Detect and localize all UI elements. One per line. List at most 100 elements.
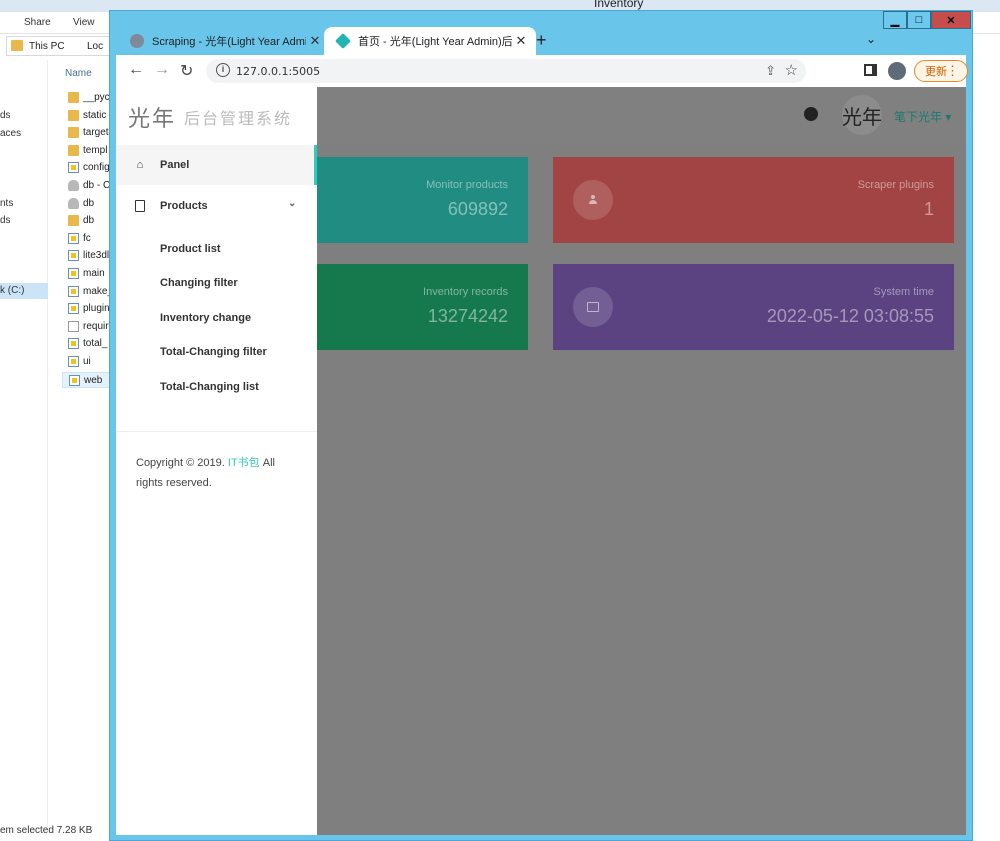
file-row[interactable]: static [62,108,112,124]
folder-icon [68,215,79,227]
folder-icon [68,144,79,156]
file-row[interactable]: __pyca [62,90,115,106]
file-row[interactable]: make_ [62,284,113,300]
tab-title: 首页 - 光年(Light Year Admin)后台 [358,36,512,48]
database-icon [68,180,79,191]
file-row[interactable]: db [62,196,112,212]
reload-icon[interactable]: ↻ [180,61,193,81]
explorer-address-bar[interactable]: This PC Loc [6,36,110,56]
side-panel-icon[interactable] [864,64,877,76]
address-this-pc[interactable]: This PC [29,41,65,52]
file-row[interactable]: fc [62,231,112,247]
address-bar[interactable]: i 127.0.0.1:5005 ⇪ ☆ [206,59,806,83]
copyright-prefix: Copyright © 2019. [136,457,228,469]
sidebar-subitem-inventory-change[interactable]: Inventory change [160,312,251,324]
file-name: target [83,127,109,139]
python-file-icon [68,285,79,297]
file-name: db [83,215,95,227]
explorer-status-bar: em selected 7.28 KB [0,825,93,836]
profile-avatar-icon[interactable] [888,62,906,80]
file-name: total_ [83,338,108,350]
file-name: db [83,197,95,209]
logo[interactable]: 光年 后台管理系统 [128,97,292,137]
tab-search-chevron-icon[interactable]: ⌄ [866,32,876,46]
file-row[interactable]: lite3dl [62,248,112,264]
forward-arrow-icon[interactable]: → [154,61,170,79]
database-icon [68,197,79,209]
sidebar-subitem-changing-filter[interactable]: Changing filter [160,277,238,289]
nav-pane-item[interactable]: nts [0,198,13,209]
sidebar-item-label: Products [160,200,208,212]
sidebar-item-panel[interactable]: ⌂ Panel [116,145,317,185]
user-avatar[interactable]: 光年 [842,95,882,135]
file-row[interactable]: web [62,371,112,388]
nav-pane-item[interactable]: ds [0,215,11,226]
stat-value: 2022-05-12 03:08:55 [766,306,934,326]
url-text[interactable]: 127.0.0.1:5005 [236,65,320,78]
sidebar-item-products[interactable]: Products ⌄ [116,186,317,226]
stat-card-inventory-records: Inventory records 13274242 [317,264,528,350]
update-button[interactable]: 更新 ⋮ [914,60,968,82]
file-row[interactable]: config [62,160,112,176]
nav-pane-drive-c[interactable]: k (C:) [0,283,48,299]
copyright: Copyright © 2019. IT书包 All rights reserv… [136,453,301,493]
back-arrow-icon[interactable]: ← [128,61,144,79]
sidebar-subitem-product-list[interactable]: Product list [160,243,221,255]
document-icon [134,200,146,212]
explorer-window-title: Inventory [594,0,644,10]
file-row[interactable]: plugin [62,301,112,317]
file-name: main [83,268,105,279]
home-icon: ⌂ [136,159,144,171]
file-row[interactable]: main [62,266,112,282]
folder-icon [68,92,79,103]
share-icon[interactable]: ⇪ [765,63,776,79]
file-name: fc [83,232,91,244]
python-file-icon [68,268,79,279]
file-name: requir [83,320,109,332]
new-tab-button[interactable]: + [536,30,547,51]
stat-label: Monitor products [426,179,508,191]
tab-home[interactable]: 首页 - 光年(Light Year Admin)后台 ✕ [324,27,536,55]
tab-title: Scraping - 光年(Light Year Admin [152,36,306,48]
sidebar-subitem-total-changing-filter[interactable]: Total-Changing filter [160,346,267,358]
browser-toolbar: ← → ↻ i 127.0.0.1:5005 ⇪ ☆ 更新 ⋮ [116,55,968,87]
copyright-link[interactable]: IT书包 [228,457,260,469]
palette-icon[interactable] [804,107,818,121]
user-menu-dropdown[interactable]: 笔下光年 ▾ [894,108,951,125]
python-file-icon [68,356,79,367]
stat-value: 13274242 [427,306,508,326]
logo-mark: 光年 [128,107,177,132]
globe-icon [130,34,144,48]
ribbon-tab-share[interactable]: Share [24,17,51,28]
nav-pane-item[interactable]: aces [0,128,21,139]
page-viewport: 光年 笔下光年 ▾ Monitor products 609892 Scrape… [116,87,966,835]
site-info-icon[interactable]: i [216,63,230,77]
text-file-icon [68,320,79,332]
ribbon-tab-view[interactable]: View [73,17,95,28]
file-name: plugin [83,303,110,315]
sidebar-subitem-total-changing-list[interactable]: Total-Changing list [160,381,259,393]
column-header-name[interactable]: Name [65,68,92,79]
menu-dots-icon[interactable]: ⋮ [946,63,959,79]
stat-label: Scraper plugins [857,179,934,191]
site-favicon-icon [335,33,351,49]
file-name: static [83,109,107,121]
address-local-disk[interactable]: Loc [87,41,103,52]
tab-scraping[interactable]: Scraping - 光年(Light Year Admin ✕ [118,27,330,55]
file-row[interactable]: ui [62,354,112,370]
nav-pane-item[interactable]: ds [0,110,11,121]
file-row[interactable]: templ [62,143,112,159]
tab-close-button[interactable]: ✕ [512,33,530,49]
stat-card-monitor-products: Monitor products 609892 [317,157,528,243]
file-row[interactable]: total_ [62,336,112,352]
file-row[interactable]: db - C [62,178,112,194]
explorer-nav-pane: ds aces nts ds k (C:) [0,60,48,830]
file-row[interactable]: db [62,213,112,229]
tab-close-button[interactable]: ✕ [306,33,324,49]
stat-card-scraper-plugins: Scraper plugins 1 [553,157,954,243]
file-row[interactable]: target [62,125,112,141]
bookmark-star-icon[interactable]: ☆ [785,61,798,79]
folder-icon [11,40,23,51]
file-row[interactable]: requir [62,319,112,335]
stat-label: System time [873,286,934,298]
